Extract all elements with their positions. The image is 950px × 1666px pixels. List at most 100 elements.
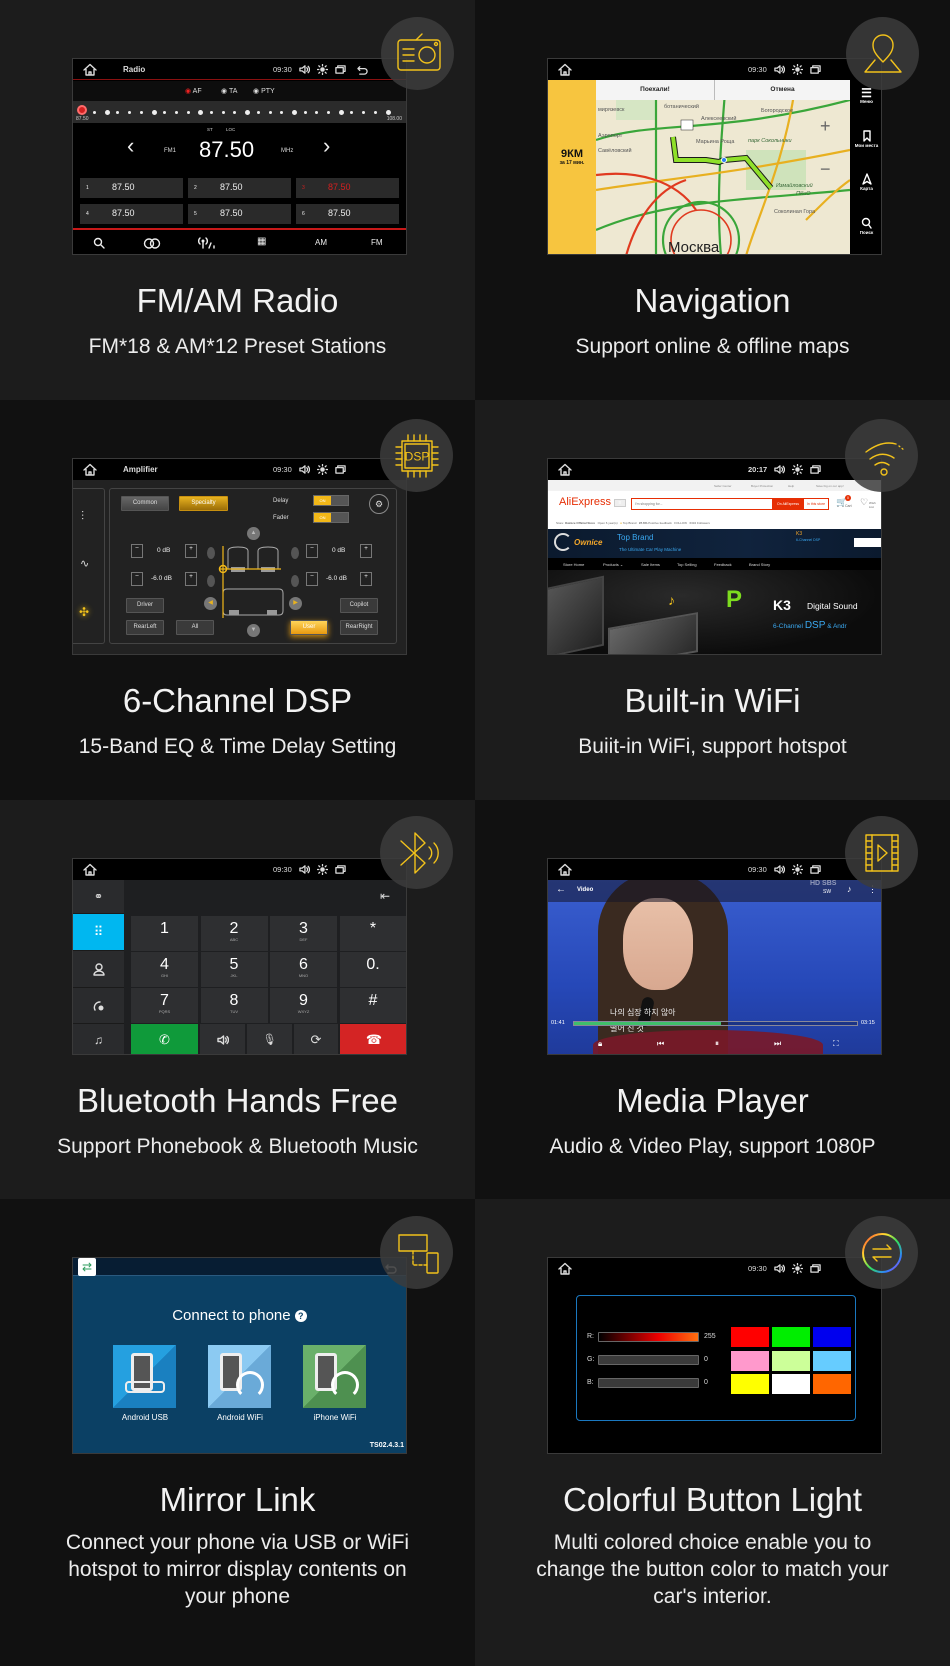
call-button[interactable]: ✆ [131,1024,198,1054]
home-icon[interactable] [558,863,572,876]
option-pty[interactable]: ◉ PTY [253,87,275,95]
map-button[interactable]: Карта [850,173,881,191]
seller-center-link[interactable]: Seller Center [714,484,732,488]
color-swatch[interactable] [772,1374,810,1394]
home-icon[interactable] [558,463,572,476]
keypad-key[interactable]: 2 ABC [200,916,268,951]
volume-icon[interactable] [774,64,785,75]
backspace-icon[interactable]: ⇤ [380,889,390,903]
search-store-button[interactable]: In this store [803,498,829,510]
home-icon[interactable] [83,63,97,76]
pause-icon[interactable]: ⏸︎ [715,1039,719,1049]
keypad-key[interactable]: # [339,988,406,1023]
tuner-scale[interactable]: 87.50 108.00 [73,101,406,123]
help-icon[interactable]: ? [294,1310,307,1322]
brightness-icon[interactable] [792,64,803,75]
search-input[interactable] [631,498,773,510]
copilot-button[interactable]: Copilot [340,598,378,613]
nav-top-selling[interactable]: Top Selling [677,562,697,567]
up-arrow-button[interactable]: ▲ [247,527,260,540]
sidebar-item-contacts[interactable] [73,951,124,988]
back-icon[interactable] [357,64,368,75]
waveform-icon[interactable]: ∿ [80,557,89,570]
all-button[interactable]: All [176,620,214,635]
fader-toggle[interactable]: ON [313,512,349,523]
preset-6[interactable]: 6 87.50 [296,204,399,224]
rear-left-button[interactable]: RearLeft [126,620,164,635]
down-arrow-button[interactable]: ▼ [247,624,260,637]
stereo-icon[interactable] [143,238,161,249]
antenna-icon[interactable] [196,236,218,249]
preset-4[interactable]: 4 87.50 [80,204,183,224]
brightness-icon[interactable] [317,464,328,475]
speaker-button[interactable] [200,1024,245,1054]
color-swatch[interactable] [731,1374,769,1394]
cancel-button[interactable]: Отмена [715,80,850,100]
keypad-key[interactable]: 5 JKL [200,952,268,987]
windows-icon[interactable] [810,1263,821,1274]
windows-icon[interactable] [810,864,821,875]
user-button[interactable]: User [290,620,328,635]
decrease-button[interactable]: − [131,572,143,586]
prev-station-button[interactable]: ‹ [127,133,134,159]
windows-icon[interactable] [810,64,821,75]
windows-icon[interactable] [335,464,346,475]
windows-icon[interactable] [810,464,821,475]
search-icon[interactable] [93,237,105,249]
tuner-knob[interactable] [77,105,87,115]
windows-icon[interactable] [335,64,346,75]
preset-3-active[interactable]: 3 87.50 [296,178,399,198]
follow-button[interactable]: FOLLOW [674,521,687,525]
color-swatch[interactable] [731,1327,769,1347]
brightness-icon[interactable] [792,864,803,875]
color-swatch[interactable] [813,1351,851,1371]
preset-1[interactable]: 1 87.50 [80,178,183,198]
wishlist-icon[interactable]: ♡ [860,497,868,508]
sw-decoder-button[interactable]: SW [823,889,831,895]
delay-toggle[interactable]: ON [313,495,349,506]
home-icon[interactable] [558,63,572,76]
sidebar-item-call-log[interactable] [73,988,124,1024]
brightness-icon[interactable] [317,64,328,75]
volume-icon[interactable] [299,864,310,875]
home-icon[interactable] [558,1262,572,1275]
brightness-icon[interactable] [792,1263,803,1274]
option-af[interactable]: ◉ AF [185,87,202,95]
help-link[interactable]: Help [788,484,794,488]
decrease-button[interactable]: − [131,544,143,558]
specialty-mode-button[interactable]: Specialty [179,496,228,511]
brightness-icon[interactable] [317,864,328,875]
windows-icon[interactable] [335,864,346,875]
color-swatch[interactable] [813,1374,851,1394]
increase-button[interactable]: + [360,544,372,558]
nav-products[interactable]: Products ⌄ [603,562,623,567]
keypad-key[interactable]: 6 MNO [270,952,337,987]
app-link[interactable]: Save big on our app! [816,484,844,488]
previous-track-icon[interactable]: ⏮︎ [657,1039,664,1049]
color-swatch[interactable] [813,1327,851,1347]
volume-icon[interactable] [774,1263,785,1274]
nav-store-home[interactable]: Store Home [563,562,584,567]
sidebar-item-pairing[interactable]: ⚭ [73,880,124,914]
music-note-icon[interactable]: ♪ [847,884,852,894]
search-button[interactable]: Поиск [850,217,881,235]
volume-icon[interactable] [774,864,785,875]
android-usb-option[interactable] [113,1345,176,1408]
iphone-wifi-option[interactable] [303,1345,366,1408]
nav-sale-items[interactable]: Sale Items [641,562,660,567]
color-swatch[interactable] [772,1327,810,1347]
volume-icon[interactable] [299,64,310,75]
fm-button[interactable]: FM [371,238,383,247]
decrease-button[interactable]: − [306,572,318,586]
keypad-key[interactable]: 1 [131,916,198,951]
car-seat-diagram[interactable] [203,543,303,621]
hero-banner[interactable]: ♪ P K3 Digital Sound 6-Channel DSP & And… [548,570,881,654]
next-station-button[interactable]: › [323,133,330,159]
switch-audio-button[interactable]: ⟳ [294,1024,338,1054]
keypad-key[interactable]: * [339,916,406,951]
increase-button[interactable]: + [185,544,197,558]
volume-icon[interactable] [774,464,785,475]
store-search-box[interactable] [854,538,881,547]
preset-2[interactable]: 2 87.50 [188,178,291,198]
home-icon[interactable] [83,863,97,876]
